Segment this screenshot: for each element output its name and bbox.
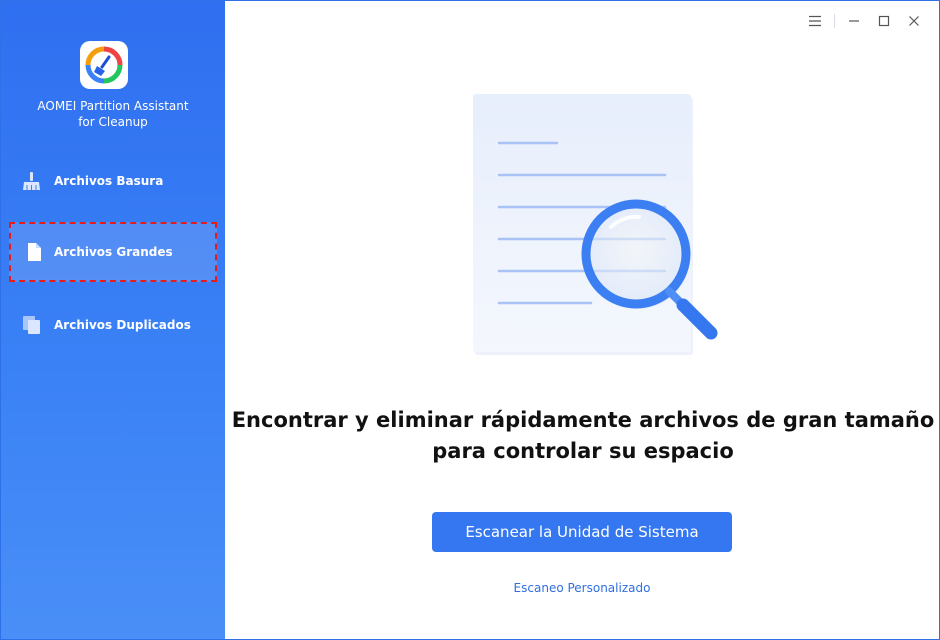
scan-system-drive-button[interactable]: Escanear la Unidad de Sistema [432, 512, 732, 552]
minimize-icon [849, 20, 859, 22]
app-title-line2: for Cleanup [78, 115, 148, 129]
copy-icon [21, 314, 43, 336]
broom-icon [21, 170, 43, 192]
menu-button[interactable] [800, 9, 830, 33]
app-window: AOMEI Partition Assistant for Cleanup Ar… [0, 0, 940, 640]
app-title-line1: AOMEI Partition Assistant [37, 99, 189, 113]
minimize-button[interactable] [839, 9, 869, 33]
file-icon [23, 241, 45, 263]
document-search-illustration [461, 89, 731, 364]
window-controls [800, 9, 929, 33]
separator [834, 14, 835, 28]
magnifier-document-icon [473, 94, 718, 355]
sidebar-item-label: Archivos Grandes [54, 245, 173, 259]
app-logo [80, 41, 128, 89]
headline-line1: Encontrar y eliminar rápidamente archivo… [231, 408, 935, 432]
close-button[interactable] [899, 9, 929, 33]
sidebar-item-label: Archivos Basura [54, 174, 164, 188]
maximize-icon [878, 15, 890, 27]
sidebar-item-label: Archivos Duplicados [54, 318, 191, 332]
sidebar-item-archivos-basura[interactable]: Archivos Basura [1, 157, 225, 205]
menu-icon [809, 15, 821, 27]
sidebar-item-archivos-duplicados[interactable]: Archivos Duplicados [1, 301, 225, 349]
maximize-button[interactable] [869, 9, 899, 33]
headline-line2: para controlar su espacio [432, 439, 734, 463]
broom-icon [85, 46, 123, 84]
sidebar: AOMEI Partition Assistant for Cleanup Ar… [1, 1, 225, 639]
page-title: Encontrar y eliminar rápidamente archivo… [225, 405, 939, 467]
close-icon [909, 16, 919, 26]
sidebar-item-archivos-grandes[interactable]: Archivos Grandes [9, 222, 217, 282]
app-title: AOMEI Partition Assistant for Cleanup [1, 98, 225, 130]
custom-scan-link[interactable]: Escaneo Personalizado [432, 581, 732, 595]
